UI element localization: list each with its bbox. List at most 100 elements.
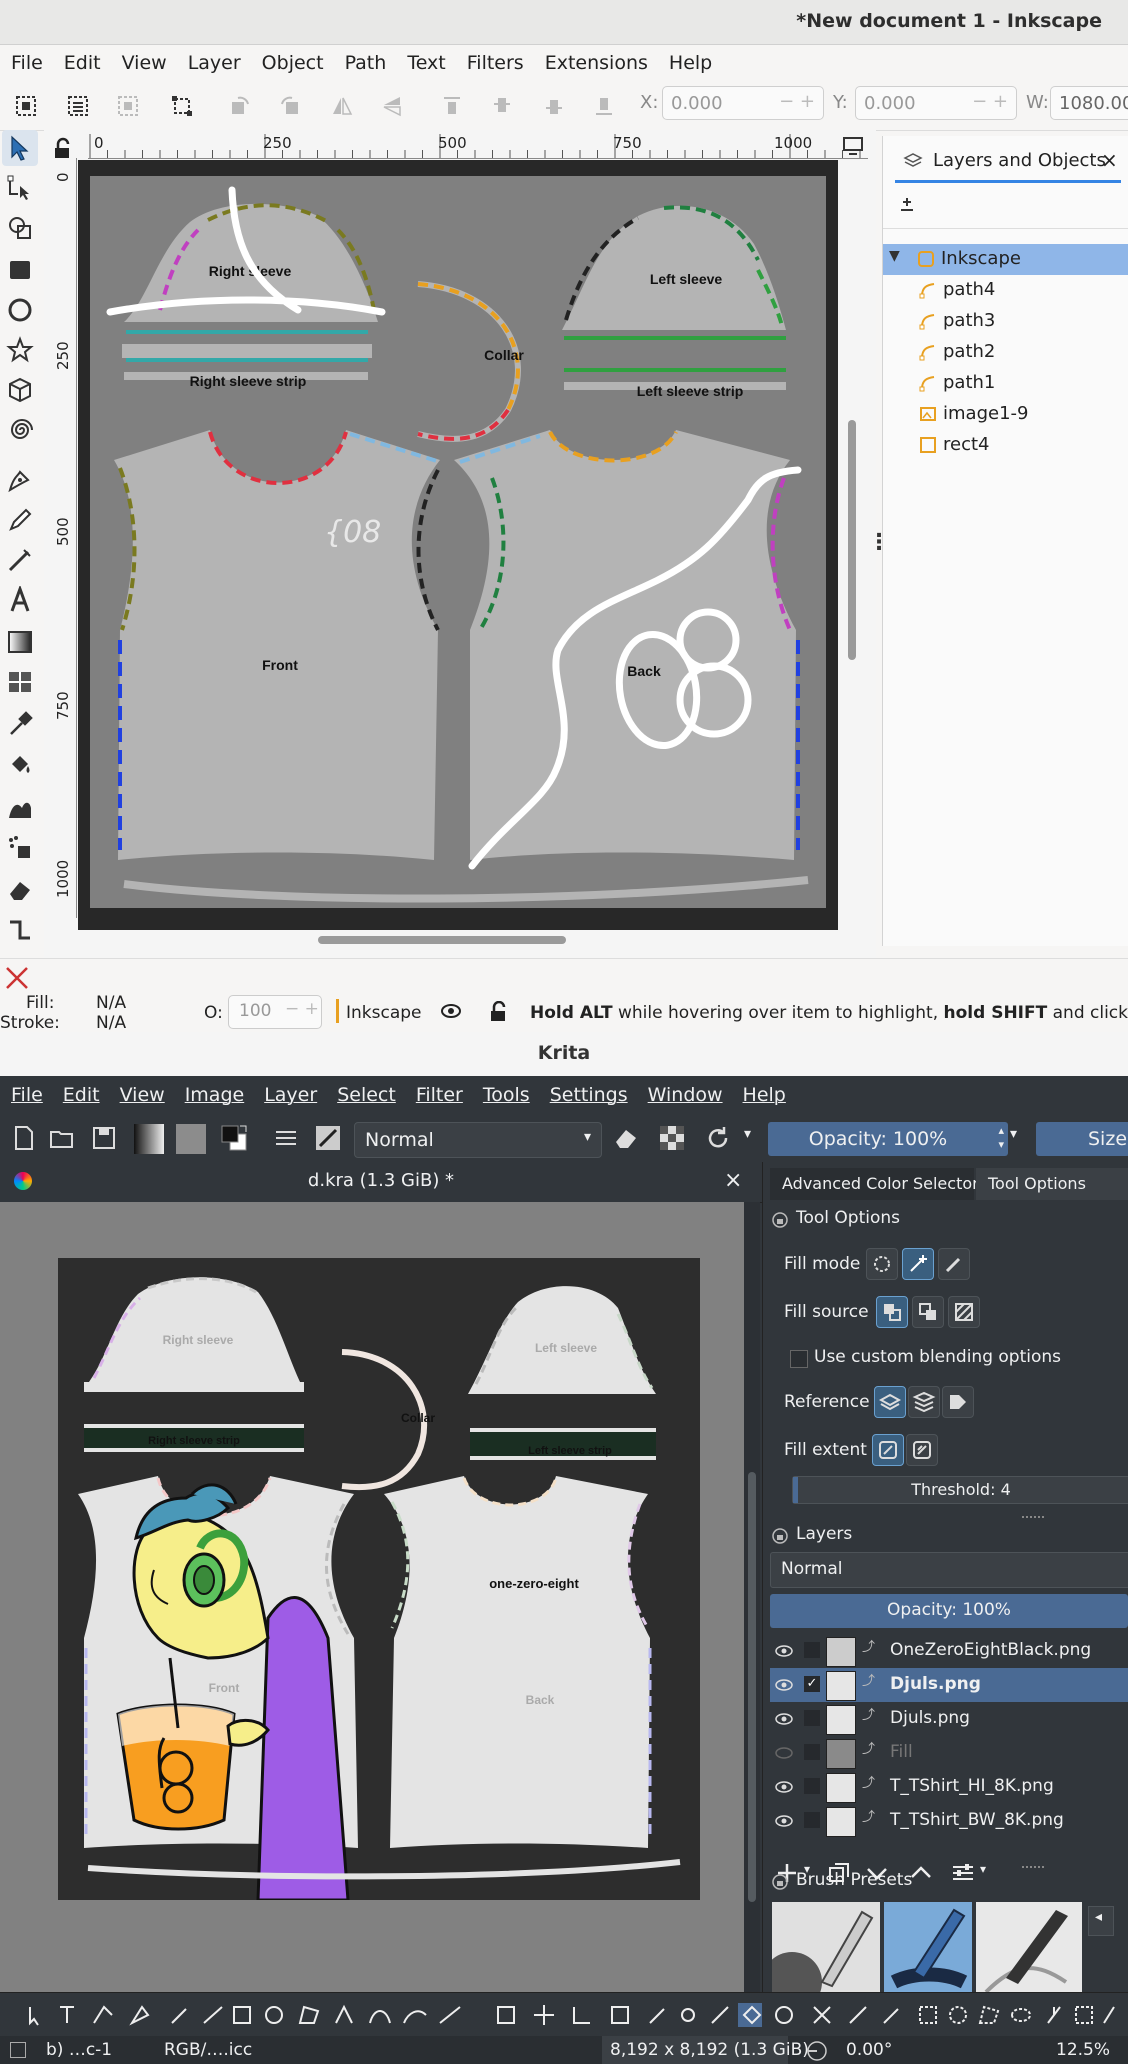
menu-view[interactable]: View <box>120 1076 165 1114</box>
object-row-path4[interactable]: path4 <box>883 275 1128 306</box>
chevron-down-icon[interactable]: ▾ <box>744 1126 751 1142</box>
opacity-stepper-icon[interactable]: − + <box>285 999 319 1019</box>
current-layer-label[interactable]: Inkscape <box>346 1003 422 1023</box>
layer-checkbox[interactable] <box>804 1778 820 1794</box>
eye-icon[interactable] <box>774 1812 794 1830</box>
layer-opacity-slider[interactable]: Opacity: 100% <box>770 1594 1128 1628</box>
custom-blend-checkbox[interactable] <box>790 1350 808 1368</box>
paint-bucket-icon[interactable] <box>6 750 34 778</box>
eye-hidden-icon[interactable] <box>774 1744 794 1762</box>
flip-vertical-icon[interactable] <box>380 94 404 118</box>
menu-help[interactable]: Help <box>743 1076 786 1114</box>
horizontal-ruler[interactable]: 0 250 500 750 1000 <box>88 134 868 159</box>
menu-path[interactable]: Path <box>345 44 387 82</box>
menu-help[interactable]: Help <box>669 44 712 82</box>
dropper-tool-icon[interactable] <box>6 710 34 738</box>
raise-to-top-icon[interactable] <box>440 94 464 118</box>
menu-settings[interactable]: Settings <box>550 1076 628 1114</box>
w-field[interactable]: 1080.00 <box>1050 86 1128 120</box>
chevron-down-icon[interactable]: ▾ <box>980 1862 986 1876</box>
spray-tool-icon[interactable] <box>6 834 34 862</box>
menu-edit[interactable]: Edit <box>63 1076 100 1114</box>
tab-advanced-color-selector[interactable]: Advanced Color Selector <box>770 1168 979 1200</box>
new-document-icon[interactable] <box>10 1124 38 1152</box>
menu-layer[interactable]: Layer <box>188 44 241 82</box>
document-tab[interactable]: d.kra (1.3 GiB) * <box>0 1170 762 1191</box>
status-zoom[interactable]: 12.5% <box>1056 2040 1110 2060</box>
y-stepper-icon[interactable]: − + <box>972 91 1008 112</box>
fg-bg-color-icon[interactable] <box>220 1124 248 1152</box>
status-indicator-icon[interactable] <box>10 2042 26 2058</box>
vertical-ruler[interactable]: 0 250 500 750 1000 <box>52 158 77 918</box>
krita-layer-row[interactable]: ⤴ T_TShirt_HI_8K.png <box>770 1770 1128 1804</box>
object-row-path2[interactable]: path2 <box>883 337 1128 368</box>
fill-source-pattern-button[interactable] <box>948 1296 980 1328</box>
blend-mode-select[interactable]: Normal ▾ <box>354 1122 602 1158</box>
menu-text[interactable]: Text <box>407 44 445 82</box>
layer-blend-mode-select[interactable]: Normal <box>770 1552 1128 1588</box>
tweak-tool-icon[interactable] <box>6 794 34 822</box>
preserve-alpha-icon[interactable] <box>658 1124 686 1152</box>
menu-file[interactable]: File <box>11 44 43 82</box>
layer-checkbox[interactable] <box>804 1642 820 1658</box>
menu-object[interactable]: Object <box>262 44 324 82</box>
object-row-rect4[interactable]: rect4 <box>883 430 1128 461</box>
reference-all-button[interactable] <box>908 1386 940 1418</box>
display-mode-icon[interactable] <box>842 136 864 156</box>
spiral-tool-icon[interactable] <box>6 416 34 444</box>
docker-splitter[interactable] <box>1022 1516 1044 1522</box>
transform-icon[interactable] <box>170 94 194 118</box>
save-icon[interactable] <box>90 1124 118 1152</box>
fill-extent-region-button[interactable] <box>906 1434 938 1466</box>
text-tool-icon[interactable] <box>6 586 34 614</box>
lock-docker-icon[interactable] <box>772 1528 788 1544</box>
status-profile-left[interactable]: b) …c-1 <box>46 2040 112 2060</box>
shape-builder-icon[interactable] <box>6 214 34 242</box>
3d-box-tool-icon[interactable] <box>6 376 34 404</box>
menu-view[interactable]: View <box>122 44 167 82</box>
eraser-tool-icon[interactable] <box>6 876 34 904</box>
krita-layer-row[interactable]: ⤴ OneZeroEightBlack.png <box>770 1634 1128 1668</box>
menu-image[interactable]: Image <box>185 1076 245 1114</box>
layer-checkbox[interactable] <box>804 1744 820 1760</box>
menu-filters[interactable]: Filters <box>467 44 524 82</box>
reload-preset-icon[interactable] <box>704 1124 732 1152</box>
docker-splitter[interactable] <box>1022 1866 1044 1872</box>
prev-preset-button[interactable]: ◂ <box>1088 1906 1114 1936</box>
mesh-tool-icon[interactable] <box>6 668 34 696</box>
node-tool-icon[interactable] <box>6 174 34 202</box>
layer-checkbox[interactable] <box>804 1710 820 1726</box>
layer-row-root[interactable]: ▼ Inkscape <box>883 244 1128 275</box>
menu-layer[interactable]: Layer <box>264 1076 317 1114</box>
close-icon[interactable]: × <box>1101 148 1118 172</box>
raise-icon[interactable] <box>490 94 514 118</box>
open-document-icon[interactable] <box>48 1124 76 1152</box>
chevron-down-icon[interactable]: ▾ <box>1010 1126 1017 1142</box>
object-row-path1[interactable]: path1 <box>883 368 1128 399</box>
rotate-ccw-icon[interactable] <box>228 94 252 118</box>
object-row-path3[interactable]: path3 <box>883 306 1128 337</box>
fill-mode-selection-button[interactable] <box>938 1248 970 1280</box>
calligraphy-tool-icon[interactable] <box>6 546 34 574</box>
size-slider[interactable]: Size: <box>1036 1122 1128 1156</box>
no-paint-icon[interactable] <box>4 965 30 991</box>
lock-docker-icon[interactable] <box>772 1874 788 1890</box>
vertical-scrollbar[interactable] <box>848 420 856 660</box>
brush-settings-icon[interactable] <box>272 1124 300 1152</box>
ellipse-tool-icon[interactable] <box>6 296 34 324</box>
connector-tool-icon[interactable] <box>6 916 34 944</box>
menu-select[interactable]: Select <box>337 1076 396 1114</box>
brush-preset-thumb-selected[interactable] <box>884 1902 972 1998</box>
krita-vertical-scrollbar[interactable] <box>744 1202 760 2002</box>
inkscape-document[interactable]: Right sleeve Right sleeve strip Collar L… <box>78 160 838 930</box>
eye-icon[interactable] <box>774 1710 794 1728</box>
menu-tools[interactable]: Tools <box>483 1076 530 1114</box>
dialog-tab[interactable]: Layers and Objects × <box>895 144 1121 183</box>
reference-labeled-button[interactable] <box>942 1386 974 1418</box>
bezier-tool-icon[interactable] <box>6 466 34 494</box>
star-tool-icon[interactable] <box>6 336 34 364</box>
opacity-slider[interactable]: Opacity: 100% ▴ ▾ <box>768 1122 1008 1156</box>
add-layer-icon[interactable] <box>897 194 917 214</box>
opacity-field[interactable]: 100 − + <box>228 995 322 1029</box>
pencil-tool-icon[interactable] <box>6 506 34 534</box>
